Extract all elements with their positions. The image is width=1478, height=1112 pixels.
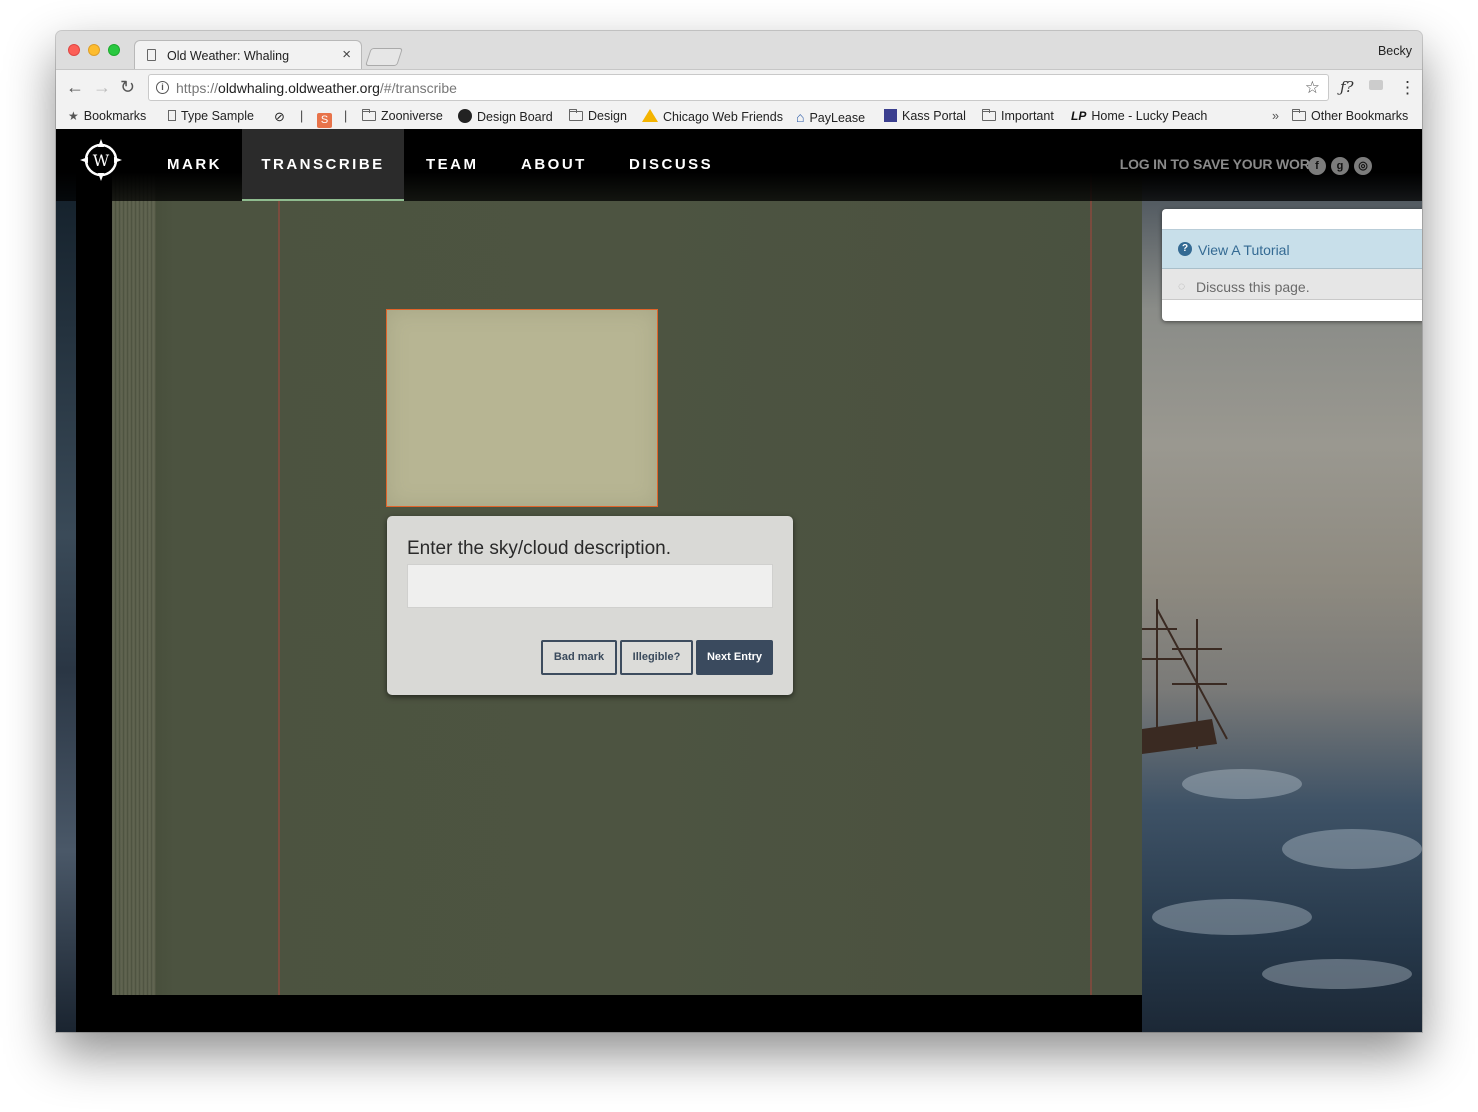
wave (1182, 769, 1302, 799)
speech-bubble-icon: ◌ (1178, 279, 1186, 293)
bookmarks-bar: ★ Bookmarks Type Sample ⊘ | S | Zoonivers… (56, 105, 1422, 130)
page-icon (168, 110, 176, 121)
question-circle-icon: ? (1178, 242, 1192, 256)
view-tutorial-label: View A Tutorial (1198, 242, 1290, 258)
marked-region[interactable] (386, 309, 658, 507)
reload-button[interactable]: ↻ (120, 78, 135, 96)
fq-extension-icon[interactable]: ƒ? (1340, 78, 1354, 96)
tab-strip: Old Weather: Whaling × Becky (56, 31, 1422, 70)
bookmark-other-bookmarks[interactable]: Other Bookmarks (1292, 109, 1408, 123)
nav-about[interactable]: ABOUT (521, 129, 587, 201)
sky-cloud-input[interactable] (407, 564, 773, 608)
folder-icon (569, 109, 583, 121)
next-entry-button[interactable]: Next Entry (696, 640, 773, 675)
bookmark-star-icon[interactable]: ☆ (1305, 78, 1320, 98)
profile-name[interactable]: Becky (1378, 44, 1412, 58)
discuss-page-label: Discuss this page. (1196, 279, 1310, 295)
bookmark-paylease[interactable]: ⌂ PayLease (796, 109, 865, 125)
close-window-button[interactable] (68, 44, 80, 56)
bookmark-separator: | (300, 109, 304, 123)
bookmark-chicago-web-friends[interactable]: Chicago Web Friends (642, 109, 783, 124)
address-bar[interactable]: i https://oldwhaling.oldweather.org/#/tr… (148, 74, 1329, 101)
folder-icon (1292, 109, 1306, 121)
bad-mark-button[interactable]: Bad mark (541, 640, 617, 675)
bookmark-important[interactable]: Important (982, 109, 1054, 123)
old-weather-logo[interactable]: W (80, 139, 122, 181)
minimize-window-button[interactable] (88, 44, 100, 56)
bookmark-orange-s[interactable]: S (317, 109, 337, 128)
bookmark-kass-portal[interactable]: Kass Portal (884, 109, 966, 123)
browser-tab[interactable]: Old Weather: Whaling × (134, 40, 362, 70)
background-art-left (56, 129, 78, 1032)
folder-icon (362, 109, 376, 121)
login-prompt: LOG IN TO SAVE YOUR WORK: (1119, 156, 1324, 172)
page-gutter (112, 169, 156, 995)
nav-mark[interactable]: MARK (167, 129, 222, 201)
bookmark-design[interactable]: Design (569, 109, 627, 123)
illegible-button[interactable]: Illegible? (620, 640, 693, 675)
transcribe-dialog: Enter the sky/cloud description. Bad mar… (387, 516, 793, 695)
lp-icon: LP (1071, 109, 1087, 123)
site-header: W MARK TRANSCRIBE TEAM ABOUT DISCUSS LOG… (56, 129, 1422, 201)
ledger-red-line (278, 169, 280, 995)
bookmark-zooniverse[interactable]: Zooniverse (362, 109, 443, 123)
zooniverse-icon[interactable]: ◎ (1354, 157, 1372, 175)
nav-discuss[interactable]: DISCUSS (629, 129, 713, 201)
bookmark-circle-slash[interactable]: ⊘ (274, 109, 290, 125)
view-tutorial-link[interactable]: ? View A Tutorial (1162, 229, 1422, 269)
svg-text:W: W (93, 151, 110, 170)
tab-title: Old Weather: Whaling (167, 49, 290, 63)
bookmark-lucky-peach[interactable]: LP Home - Lucky Peach (1071, 109, 1207, 123)
help-panel: ? View A Tutorial ◌ Discuss this page. (1162, 209, 1422, 321)
paylease-icon: ⌂ (796, 109, 805, 125)
folder-icon (982, 109, 996, 121)
facebook-icon[interactable]: f (1308, 157, 1326, 175)
back-button[interactable]: ← (66, 78, 84, 96)
forward-button[interactable]: → (93, 78, 111, 96)
building-icon (884, 109, 897, 122)
circle-slash-icon: ⊘ (274, 109, 285, 124)
info-icon[interactable]: i (156, 81, 169, 94)
bookmark-separator: | (344, 109, 348, 123)
google-drive-icon (642, 109, 658, 122)
browser-toolbar: ← → ↻ i https://oldwhaling.oldweather.or… (56, 69, 1422, 106)
bookmarks-star-item[interactable]: ★ Bookmarks (68, 109, 146, 123)
github-icon (458, 109, 472, 123)
page-icon (147, 49, 156, 61)
discuss-page-link[interactable]: ◌ Discuss this page. (1162, 269, 1422, 300)
star-icon: ★ (68, 109, 79, 123)
orange-s-icon: S (317, 113, 332, 128)
new-tab-button[interactable] (365, 48, 403, 66)
browser-window: Old Weather: Whaling × Becky ← → ↻ i htt… (56, 31, 1422, 1032)
page-viewport: W MARK TRANSCRIBE TEAM ABOUT DISCUSS LOG… (56, 129, 1422, 1032)
url-text: https://oldwhaling.oldweather.org/#/tran… (176, 80, 457, 96)
bookmark-type-sample[interactable]: Type Sample (168, 109, 254, 123)
transcribe-prompt: Enter the sky/cloud description. (407, 538, 672, 559)
bookmark-design-board[interactable]: Design Board (458, 109, 553, 124)
bookmarks-overflow-chevron-icon[interactable]: » (1272, 109, 1279, 123)
tab-close-icon[interactable]: × (342, 46, 351, 63)
google-icon[interactable]: g (1331, 157, 1349, 175)
ship-illustration (1142, 599, 1228, 754)
wave (1282, 829, 1422, 869)
wave (1152, 899, 1312, 935)
cast-extension-icon[interactable] (1369, 80, 1383, 90)
wave (1262, 959, 1412, 989)
nav-transcribe[interactable]: TRANSCRIBE (242, 129, 404, 201)
nav-team[interactable]: TEAM (426, 129, 479, 201)
zoom-window-button[interactable] (108, 44, 120, 56)
ledger-red-line (1090, 169, 1092, 995)
chrome-menu-icon[interactable]: ⋮ (1399, 78, 1416, 98)
